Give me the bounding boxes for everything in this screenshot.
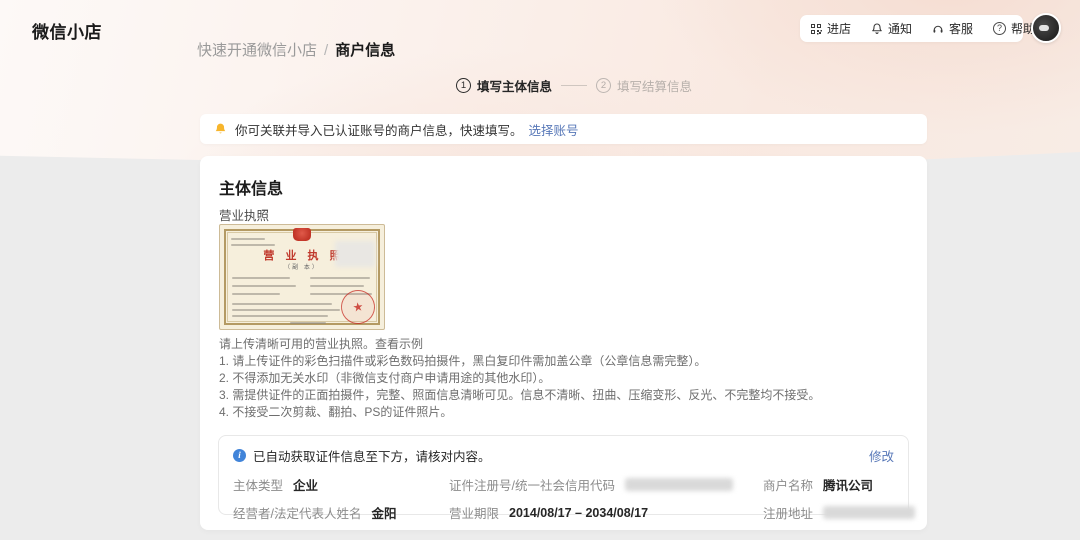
- topbar-actions: 进店 通知 客服 ? 帮助 ▾: [800, 15, 1045, 42]
- breadcrumb-parent[interactable]: 快速开通微信小店: [197, 39, 317, 60]
- app-logo: 微信小店: [32, 23, 102, 42]
- redacted-patch: [335, 241, 375, 267]
- field-registered-address: 注册地址: [763, 503, 916, 522]
- business-license-image[interactable]: 营 业 执 照 （副 本） ★: [219, 224, 385, 330]
- question-icon: ?: [993, 22, 1007, 35]
- field-merchant-name: 商户名称 腾讯公司: [763, 479, 874, 493]
- license-text-line: [231, 244, 275, 246]
- bell-icon: [871, 22, 883, 35]
- license-text-line: [232, 277, 290, 279]
- license-text-line: [232, 303, 332, 305]
- panel-header: i 已自动获取证件信息至下方，请核对内容。 修改: [219, 436, 908, 465]
- redacted-value: [823, 506, 916, 519]
- edit-link[interactable]: 修改: [869, 446, 894, 465]
- notifications-button[interactable]: 通知: [861, 15, 922, 42]
- step-indicator: 1 填写主体信息 2 填写结算信息: [456, 76, 692, 95]
- field-subject-type: 主体类型 企业: [233, 479, 319, 493]
- panel-header-text: 已自动获取证件信息至下方，请核对内容。: [253, 450, 491, 464]
- license-text-line: [232, 309, 340, 311]
- section-title: 主体信息: [219, 181, 284, 198]
- tip-item: 1. 请上传证件的彩色扫描件或彩色数码拍摄件，黑白复印件需加盖公章（公章信息需完…: [219, 354, 707, 368]
- tip-item: 3. 需提供证件的正面拍摄件，完整、照面信息清晰可见。信息不清晰、扭曲、压缩变形…: [219, 388, 821, 402]
- license-text-line: [310, 285, 364, 287]
- action-label: 进店: [827, 22, 852, 36]
- field-credit-code: 证件注册号/统一社会信用代码: [449, 475, 763, 494]
- breadcrumb: 快速开通微信小店 / 商户信息: [197, 39, 395, 60]
- info-icon: i: [233, 449, 246, 462]
- tips-intro-line: 请上传清晰可用的营业执照。查看示例: [219, 336, 889, 353]
- field-business-term: 营业期限 2014/08/17 – 2034/08/17: [449, 505, 649, 522]
- national-emblem-icon: [293, 228, 311, 241]
- step-number: 2: [596, 78, 612, 93]
- license-text-line: [231, 238, 265, 240]
- step-settlement-info: 2 填写结算信息: [596, 76, 692, 95]
- page-title: 商户信息: [335, 42, 396, 59]
- notice-bar: 你可关联并导入已认证账号的商户信息，快速填写。 选择账号: [200, 114, 927, 144]
- business-license-label: 营业执照: [219, 209, 270, 223]
- headset-icon: [932, 23, 944, 35]
- tip-item: 4. 不接受二次剪裁、翻拍、PS的证件照片。: [219, 405, 453, 419]
- enter-store-button[interactable]: 进店: [800, 15, 861, 42]
- subject-info-card: 主体信息 营业执照 营 业 执 照 （副 本） ★ 请上传清晰可用的营业执照。查…: [200, 156, 927, 530]
- tips-intro: 请上传清晰可用的营业执照。: [219, 337, 376, 351]
- step-subject-info: 1 填写主体信息: [456, 76, 552, 95]
- choose-account-link[interactable]: 选择账号: [529, 120, 579, 139]
- step-number: 1: [456, 78, 471, 93]
- upload-tips: 请上传清晰可用的营业执照。查看示例 1. 请上传证件的彩色扫描件或彩色数码拍摄件…: [219, 336, 889, 421]
- extracted-info-panel: i 已自动获取证件信息至下方，请核对内容。 修改 主体类型 企业 证件注册号/统…: [218, 435, 916, 521]
- step-label: 填写结算信息: [617, 80, 693, 94]
- field-legal-person: 经营者/法定代表人姓名 金阳: [233, 507, 397, 521]
- license-text-line: [232, 315, 328, 317]
- breadcrumb-separator: /: [324, 42, 329, 59]
- bell-icon: [214, 122, 227, 136]
- license-text-line: [232, 285, 296, 287]
- step-connector: [561, 85, 588, 86]
- avatar[interactable]: [1031, 13, 1061, 43]
- license-text-line: [310, 277, 370, 279]
- action-label: 客服: [949, 22, 974, 36]
- qr-icon: [810, 23, 822, 35]
- field-grid: 主体类型 企业 证件注册号/统一社会信用代码 商户名称 腾讯公司 经营者/法定代…: [219, 465, 916, 522]
- notice-text: 你可关联并导入已认证账号的商户信息，快速填写。: [235, 123, 523, 138]
- customer-service-button[interactable]: 客服: [922, 15, 983, 42]
- action-label: 通知: [888, 22, 913, 36]
- view-example-link[interactable]: 查看示例: [375, 337, 423, 351]
- redacted-value: [624, 478, 733, 491]
- license-text-line: [232, 293, 280, 295]
- step-label: 填写主体信息: [477, 80, 553, 94]
- tip-item: 2. 不得添加无关水印（非微信支付商户申请用途的其他水印）。: [219, 371, 551, 385]
- license-text-line: [290, 322, 326, 324]
